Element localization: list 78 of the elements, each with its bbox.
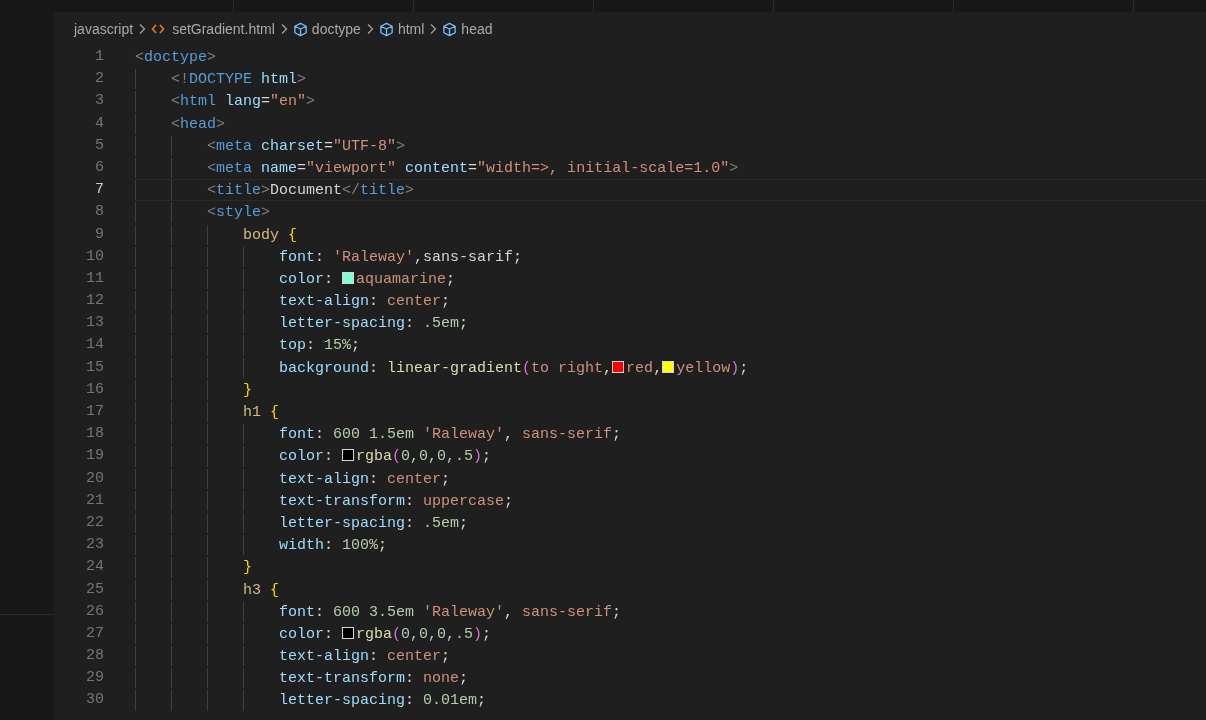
code-line: <meta name="viewport" content="width=>, initial-scale=1.0"> xyxy=(207,158,739,179)
line-number: 4 xyxy=(94,113,104,134)
line-number: 5 xyxy=(94,135,104,156)
code-line: h3 { xyxy=(243,580,280,600)
breadcrumb-item[interactable]: doctype xyxy=(311,18,361,40)
line-number: 27 xyxy=(85,623,104,644)
code-line: text-align: center; xyxy=(279,647,451,667)
line-number: 29 xyxy=(85,668,104,689)
cube-icon xyxy=(292,21,308,37)
line-number: 21 xyxy=(85,490,104,511)
code-line: <title>Document</title> xyxy=(207,181,415,201)
code-line: background: linear-gradient(to right, red, yellow); xyxy=(279,358,749,378)
code-line: body { xyxy=(243,225,298,245)
code-line: <html lang="en"> xyxy=(171,92,316,112)
code-line: <!DOCTYPE html> xyxy=(171,70,307,90)
code-line: color: aquamarine; xyxy=(279,269,456,290)
code-line: h1 { xyxy=(243,403,280,423)
line-number: 6 xyxy=(94,157,104,178)
code-line: font: 'Raleway',sans-sarif; xyxy=(279,247,523,267)
color-swatch[interactable] xyxy=(342,271,355,284)
line-number: 3 xyxy=(94,91,104,112)
color-swatch[interactable] xyxy=(342,449,355,462)
code-line: } xyxy=(243,380,252,400)
breadcrumb-item[interactable]: head xyxy=(461,18,493,40)
line-number: 1 xyxy=(94,47,104,67)
code-line: text-transform: none; xyxy=(279,669,469,689)
breadcrumb-item[interactable]: javascript xyxy=(74,18,134,40)
line-number: 26 xyxy=(85,601,104,622)
line-number: 28 xyxy=(85,646,104,667)
line-number: 19 xyxy=(85,446,104,467)
code-line: <style> xyxy=(207,203,271,223)
breadcrumb-item[interactable]: setGradient.html xyxy=(172,18,275,40)
line-number: 25 xyxy=(85,579,104,600)
code-line: <doctype> xyxy=(135,48,217,68)
code-line: top: 15%; xyxy=(279,336,361,356)
line-number: 9 xyxy=(94,224,104,245)
line-number: 7 xyxy=(94,180,104,201)
code-line: text-transform: uppercase; xyxy=(279,491,514,511)
code-line: <head> xyxy=(171,114,226,134)
line-number: 24 xyxy=(85,557,104,578)
code-line: text-align: center; xyxy=(279,292,451,312)
line-number: 13 xyxy=(85,313,104,334)
chevron-right-icon xyxy=(365,23,374,35)
code-line: width: 100%; xyxy=(279,536,388,556)
color-swatch[interactable] xyxy=(342,626,355,639)
color-swatch[interactable] xyxy=(612,360,625,373)
code-line: color: rgba(0,0,0,.5); xyxy=(279,624,492,645)
code-line: text-align: center; xyxy=(279,469,451,489)
cube-icon xyxy=(442,21,458,37)
code-line: color: rgba(0,0,0,.5); xyxy=(279,447,492,467)
line-number: 16 xyxy=(85,379,104,400)
code-line: } xyxy=(243,558,252,578)
breadcrumb-item[interactable]: html xyxy=(397,18,425,40)
line-number: 18 xyxy=(85,424,104,445)
code-line: <meta charset="UTF-8"> xyxy=(207,136,406,156)
code-line: letter-spacing: .5em; xyxy=(279,314,469,334)
line-number: 23 xyxy=(85,535,104,556)
line-number: 14 xyxy=(85,335,104,356)
line-number: 2 xyxy=(94,69,104,90)
color-swatch[interactable] xyxy=(662,360,675,373)
code-line: letter-spacing: 0.01em; xyxy=(279,691,487,711)
line-number: 17 xyxy=(85,402,104,422)
code-line: font: 600 1.5em 'Raleway', sans-serif; xyxy=(279,425,622,445)
code-brackets-icon xyxy=(151,23,166,35)
line-number: 8 xyxy=(94,202,104,223)
line-number: 12 xyxy=(85,291,104,312)
line-number: 15 xyxy=(85,357,104,378)
chevron-right-icon xyxy=(429,23,438,35)
line-number: 10 xyxy=(85,246,104,267)
line-number: 11 xyxy=(85,268,104,289)
line-number: 30 xyxy=(85,690,104,711)
line-number: 22 xyxy=(85,512,104,533)
cube-icon xyxy=(378,21,394,37)
line-number: 20 xyxy=(85,468,104,489)
chevron-right-icon xyxy=(138,23,147,35)
chevron-right-icon xyxy=(279,23,288,35)
code-line: font: 600 3.5em 'Raleway', sans-serif; xyxy=(279,602,622,622)
code-line: letter-spacing: .5em; xyxy=(279,513,469,534)
